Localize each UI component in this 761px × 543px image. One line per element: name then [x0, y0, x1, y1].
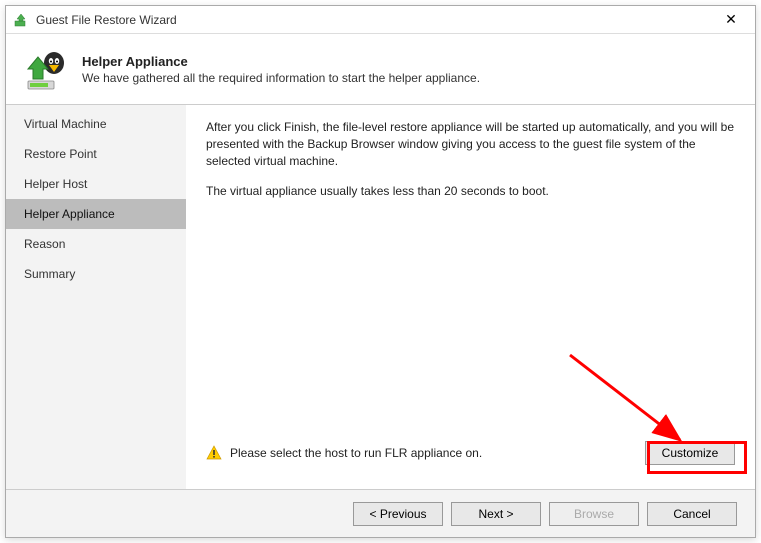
sidebar-item-summary[interactable]: Summary [6, 259, 186, 289]
wizard-dialog: Guest File Restore Wizard ✕ Helper Appli… [5, 5, 756, 538]
header-icon [24, 45, 72, 93]
main-paragraph-2: The virtual appliance usually takes less… [206, 183, 735, 200]
wizard-sidebar: Virtual Machine Restore Point Helper Hos… [6, 105, 186, 489]
close-button[interactable]: ✕ [711, 8, 751, 32]
sidebar-item-restore-point[interactable]: Restore Point [6, 139, 186, 169]
wizard-header: Helper Appliance We have gathered all th… [6, 34, 755, 104]
header-text: Helper Appliance We have gathered all th… [82, 54, 480, 85]
content-area: Virtual Machine Restore Point Helper Hos… [6, 104, 755, 489]
warning-icon [206, 445, 222, 461]
main-panel: After you click Finish, the file-level r… [186, 105, 755, 489]
previous-button[interactable]: < Previous [353, 502, 443, 526]
titlebar: Guest File Restore Wizard ✕ [6, 6, 755, 34]
wizard-footer: < Previous Next > Browse Cancel [6, 489, 755, 537]
warning-text: Please select the host to run FLR applia… [230, 446, 645, 460]
sidebar-item-helper-appliance[interactable]: Helper Appliance [6, 199, 186, 229]
warning-row: Please select the host to run FLR applia… [206, 435, 735, 479]
main-paragraph-1: After you click Finish, the file-level r… [206, 119, 735, 169]
app-icon [14, 12, 30, 28]
header-subtitle: We have gathered all the required inform… [82, 71, 480, 85]
sidebar-item-reason[interactable]: Reason [6, 229, 186, 259]
window-title: Guest File Restore Wizard [36, 13, 711, 27]
customize-button[interactable]: Customize [645, 441, 735, 465]
sidebar-item-virtual-machine[interactable]: Virtual Machine [6, 109, 186, 139]
browse-button: Browse [549, 502, 639, 526]
sidebar-item-helper-host[interactable]: Helper Host [6, 169, 186, 199]
next-button[interactable]: Next > [451, 502, 541, 526]
cancel-button[interactable]: Cancel [647, 502, 737, 526]
header-title: Helper Appliance [82, 54, 480, 69]
